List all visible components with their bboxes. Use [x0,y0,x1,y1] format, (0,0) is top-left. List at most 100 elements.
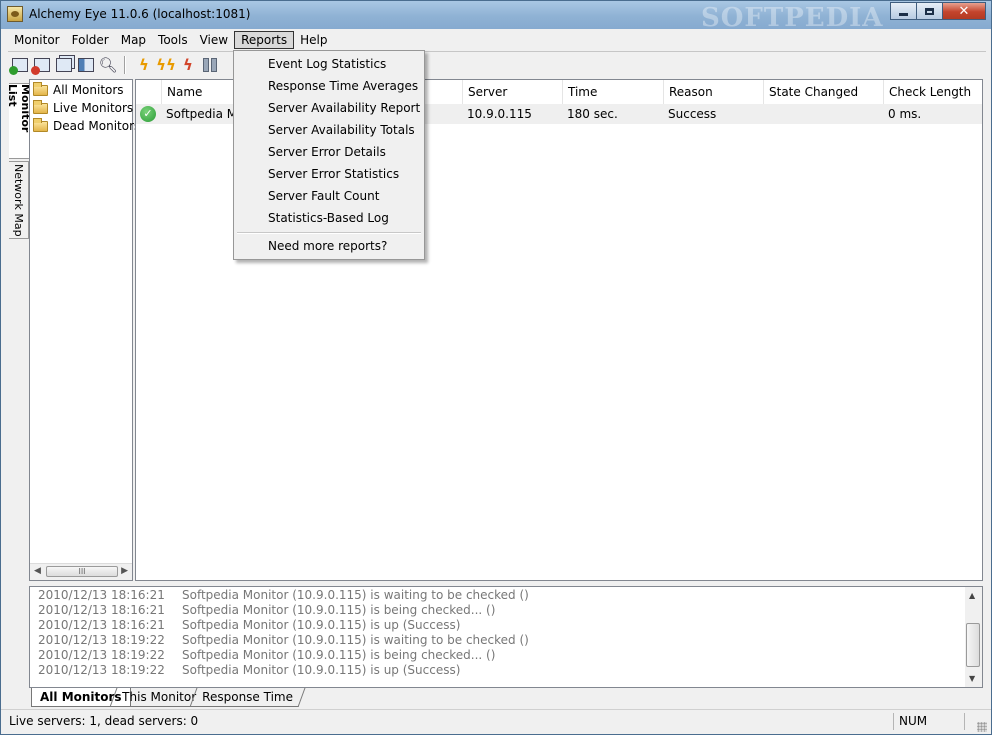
copy-monitor-icon [56,58,72,72]
log-line: 2010/12/13 18:19:22 Softpedia Monitor (10… [38,648,495,663]
menu-item-server-error-statistics[interactable]: Server Error Statistics [268,164,399,184]
tree-item-live-monitors[interactable]: Live Monitors [33,99,133,117]
log-vertical-scrollbar[interactable]: ▲ ▼ [965,587,982,687]
tab-network-map[interactable]: Network Map [9,161,29,239]
menu-view[interactable]: View [194,31,234,49]
log-timestamp: 2010/12/13 18:19:22 [38,663,165,677]
num-lock-indicator: NUM [899,714,928,728]
status-divider [964,713,965,730]
check-dead-button[interactable]: ϟ [178,55,198,75]
toolbar: 🔍︎ ϟ ϟϟ ϟ [8,51,986,78]
tab-response-time[interactable]: Response Time [189,688,306,707]
log-timestamp: 2010/12/13 18:16:21 [38,588,165,602]
window-controls: ✕ [890,2,986,20]
cell-state-changed [763,104,768,124]
server-status-text: Live servers: 1, dead servers: 0 [9,714,199,728]
minimize-button[interactable] [890,2,917,20]
find-button[interactable]: 🔍︎ [98,55,118,75]
log-message: Softpedia Monitor (10.9.0.115) is waitin… [182,588,529,602]
pause-button[interactable] [200,55,220,75]
scroll-thumb[interactable] [966,623,980,667]
column-time[interactable]: Time [562,80,663,104]
tree-horizontal-scrollbar[interactable]: ◀ III ▶ [30,563,132,580]
column-status[interactable] [136,80,161,104]
column-check-length[interactable]: Check Length [883,80,982,104]
properties-button[interactable] [76,55,96,75]
log-message: Softpedia Monitor (10.9.0.115) is waitin… [182,633,529,647]
column-reason[interactable]: Reason [663,80,763,104]
reports-menu: Event Log Statistics Response Time Avera… [233,50,425,260]
menu-item-server-fault-count[interactable]: Server Fault Count [268,186,379,206]
tree-item-dead-monitors[interactable]: Dead Monitors [33,117,140,135]
cell-check-length: 0 ms. [888,107,922,121]
tree-item-label: Live Monitors [53,101,134,115]
window-title: Alchemy Eye 11.0.6 (localhost:1081) [29,7,251,21]
close-icon: ✕ [958,3,970,19]
log-timestamp: 2010/12/13 18:19:22 [38,648,165,662]
menu-item-server-availability-report[interactable]: Server Availability Report [268,98,420,118]
cell-time: 180 sec. [567,107,618,121]
column-state-changed[interactable]: State Changed [763,80,883,104]
pause-icon [203,58,217,72]
properties-icon [78,58,94,72]
resize-grip-icon[interactable] [977,722,987,732]
menu-item-server-availability-totals[interactable]: Server Availability Totals [268,120,415,140]
menu-item-statistics-based-log[interactable]: Statistics-Based Log [268,208,389,228]
check-button[interactable]: ϟ [134,55,154,75]
menu-folder[interactable]: Folder [66,31,115,49]
log-line: 2010/12/13 18:19:22 Softpedia Monitor (10… [38,633,529,648]
tab-monitor-list[interactable]: Monitor List [6,83,32,159]
folder-open-icon [33,81,48,96]
menu-help[interactable]: Help [294,31,333,49]
check-icon: ϟ [139,55,149,74]
softpedia-watermark: SOFTPEDIA [701,3,884,29]
tab-label: Response Time [202,690,294,704]
cell-reason: Success [668,107,717,121]
event-log[interactable]: 2010/12/13 18:16:21 Softpedia Monitor (10… [29,586,983,688]
copy-monitor-button[interactable] [54,55,74,75]
minimize-icon [899,12,908,16]
toolbar-separator [124,56,126,74]
log-timestamp: 2010/12/13 18:16:21 [38,603,165,617]
menu-monitor[interactable]: Monitor [8,31,66,49]
scroll-right-icon[interactable]: ▶ [121,566,128,576]
add-monitor-icon [9,58,28,75]
app-window: SOFTPEDIA Alchemy Eye 11.0.6 (localhost:… [0,0,992,735]
side-tabs: Monitor List Network Map [6,79,32,579]
menu-tools[interactable]: Tools [152,31,194,49]
add-monitor-button[interactable] [9,55,30,75]
log-message: Softpedia Monitor (10.9.0.115) is up (Su… [182,663,461,677]
menu-reports[interactable]: Reports [234,31,295,49]
scroll-thumb[interactable]: III [46,566,118,577]
column-server[interactable]: Server [462,80,562,104]
tree-item-label: Dead Monitors [53,119,141,133]
status-bar: Live servers: 1, dead servers: 0 NUM [1,709,991,735]
scroll-left-icon[interactable]: ◀ [34,566,41,576]
menu-map[interactable]: Map [115,31,152,49]
check-all-icon: ϟϟ [156,55,176,74]
menu-separator [237,232,421,234]
log-timestamp: 2010/12/13 18:19:22 [38,633,165,647]
folder-icon [33,117,48,132]
close-button[interactable]: ✕ [942,2,986,20]
menu-item-event-log-statistics[interactable]: Event Log Statistics [268,54,386,74]
menu-item-server-error-details[interactable]: Server Error Details [268,142,386,162]
tree-item-all-monitors[interactable]: All Monitors [33,81,124,99]
folder-tree: All Monitors Live Monitors Dead Monitors… [29,79,140,581]
scroll-up-icon[interactable]: ▲ [969,591,975,600]
maximize-button[interactable] [916,2,943,20]
menu-item-response-time-averages[interactable]: Response Time Averages [268,76,418,96]
folder-icon [33,99,48,114]
check-all-button[interactable]: ϟϟ [156,55,176,75]
cell-server: 10.9.0.115 [467,107,532,121]
log-message: Softpedia Monitor (10.9.0.115) is being … [182,603,496,617]
menu-item-need-more-reports[interactable]: Need more reports? [268,236,387,256]
delete-monitor-button[interactable] [31,55,52,75]
title-bar[interactable]: SOFTPEDIA Alchemy Eye 11.0.6 (localhost:… [1,1,991,29]
maximize-icon [925,7,934,15]
log-tabs: All Monitors This Monitor Response Time [31,688,631,708]
scroll-down-icon[interactable]: ▼ [969,674,975,683]
delete-monitor-icon [31,58,50,75]
status-divider [893,713,894,730]
app-icon[interactable] [7,6,23,22]
